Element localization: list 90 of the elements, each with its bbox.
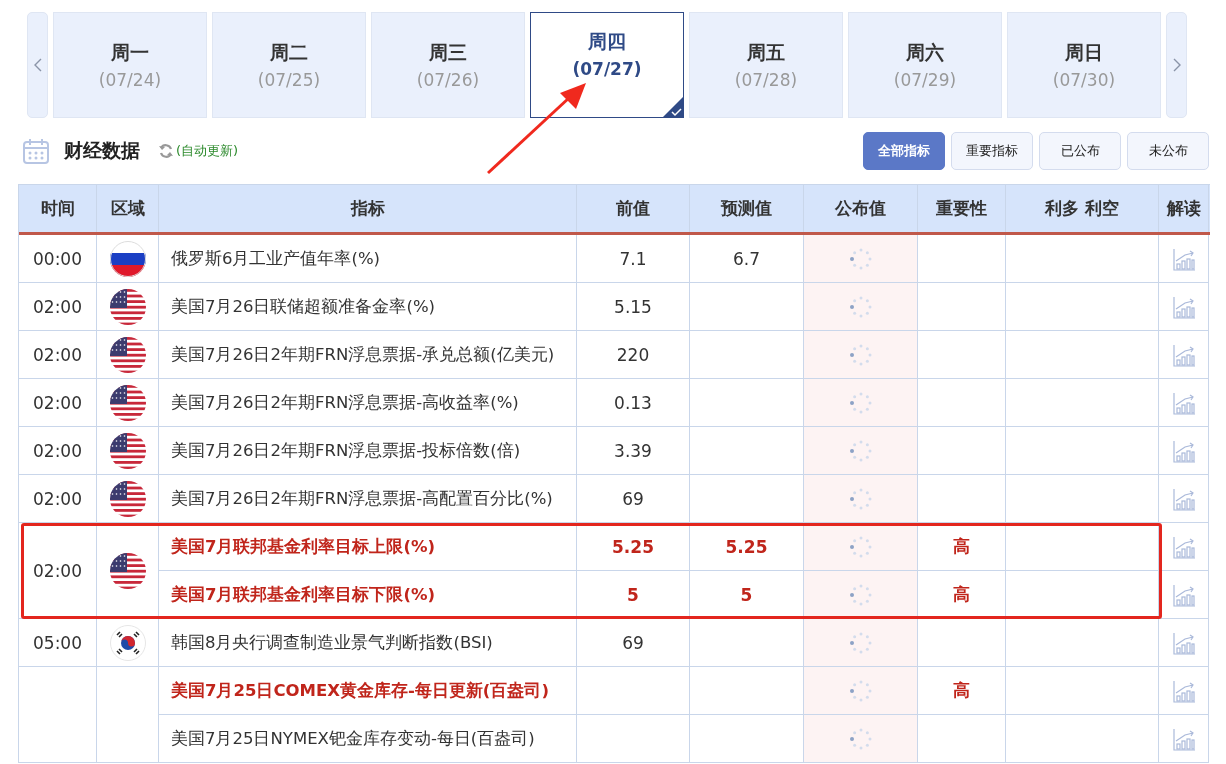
flag-icon <box>109 552 146 589</box>
loading-spinner-icon <box>848 534 873 559</box>
time-cell: 02:00 <box>19 523 97 619</box>
importance-cell: 高 <box>918 667 1006 715</box>
next-button[interactable] <box>1166 12 1187 118</box>
bar-chart-icon[interactable] <box>1171 726 1196 751</box>
flag-icon <box>109 384 146 421</box>
column-header: 公布值 <box>804 185 918 232</box>
previous-value-cell: 7.1 <box>577 235 690 283</box>
indicator-cell: 美国7月联邦基金利率目标上限(%) <box>159 523 577 571</box>
previous-value-cell: 69 <box>577 475 690 523</box>
day-tab[interactable]: 周二 (07/25) <box>212 12 366 118</box>
filter-button[interactable]: 重要指标 <box>951 132 1033 170</box>
bar-chart-icon[interactable] <box>1171 582 1196 607</box>
bar-chart-icon[interactable] <box>1171 534 1196 559</box>
flag-icon <box>109 432 146 469</box>
importance-cell: 高 <box>918 523 1006 571</box>
filter-button[interactable]: 已公布 <box>1039 132 1121 170</box>
loading-spinner-icon <box>848 342 873 367</box>
time-cell: 02:00 <box>19 475 97 523</box>
time-cell: 05:00 <box>19 619 97 667</box>
bar-chart-icon[interactable] <box>1171 342 1196 367</box>
column-header: 利多 利空 <box>1006 185 1159 232</box>
column-header: 预测值 <box>690 185 804 232</box>
loading-spinner-icon <box>848 726 873 751</box>
indicator-cell: 美国7月联邦基金利率目标下限(%) <box>159 571 577 619</box>
previous-value-cell: 5.25 <box>577 523 690 571</box>
previous-value-cell: 0.13 <box>577 379 690 427</box>
loading-spinner-icon <box>848 630 873 655</box>
loading-spinner-icon <box>848 294 873 319</box>
chevron-left-icon <box>33 58 42 72</box>
flag-icon <box>109 240 146 277</box>
bar-chart-icon[interactable] <box>1171 294 1196 319</box>
day-tab[interactable]: 周三 (07/26) <box>371 12 525 118</box>
importance-cell: 高 <box>918 571 1006 619</box>
refresh-icon[interactable] <box>158 143 174 159</box>
flag-icon <box>109 336 146 373</box>
section-title: 财经数据 <box>64 138 140 163</box>
bar-chart-icon[interactable] <box>1171 438 1196 463</box>
day-tab[interactable]: 周四 (07/27) <box>530 12 684 118</box>
filter-button[interactable]: 全部指标 <box>863 132 945 170</box>
loading-spinner-icon <box>848 678 873 703</box>
flag-icon <box>109 480 146 517</box>
selected-check-icon <box>663 97 683 117</box>
day-tab[interactable]: 周一 (07/24) <box>53 12 207 118</box>
day-tab[interactable]: 周日 (07/30) <box>1007 12 1161 118</box>
previous-value-cell: 69 <box>577 619 690 667</box>
bar-chart-icon[interactable] <box>1171 246 1196 271</box>
indicator-cell: 美国7月26日2年期FRN浮息票据-投标倍数(倍) <box>159 427 577 475</box>
column-header: 解读 <box>1159 185 1209 232</box>
loading-spinner-icon <box>848 438 873 463</box>
time-cell: 02:00 <box>19 283 97 331</box>
filter-button[interactable]: 未公布 <box>1127 132 1209 170</box>
flag-icon <box>109 624 146 661</box>
loading-spinner-icon <box>848 582 873 607</box>
indicator-cell: 美国7月26日2年期FRN浮息票据-承兑总额(亿美元) <box>159 331 577 379</box>
column-header: 时间 <box>19 185 97 232</box>
bar-chart-icon[interactable] <box>1171 630 1196 655</box>
loading-spinner-icon <box>848 486 873 511</box>
previous-value-cell: 3.39 <box>577 427 690 475</box>
time-cell: 02:00 <box>19 427 97 475</box>
indicator-cell: 美国7月26日2年期FRN浮息票据-高收益率(%) <box>159 379 577 427</box>
loading-spinner-icon <box>848 390 873 415</box>
calendar-icon <box>22 137 50 165</box>
column-header: 指标 <box>159 185 577 232</box>
time-cell: 02:00 <box>19 331 97 379</box>
indicator-cell: 美国7月25日NYMEX钯金库存变动-每日(百盎司) <box>159 715 577 763</box>
previous-value-cell: 5 <box>577 571 690 619</box>
chevron-right-icon <box>1172 58 1181 72</box>
flag-icon <box>109 288 146 325</box>
bar-chart-icon[interactable] <box>1171 486 1196 511</box>
indicator-cell: 韩国8月央行调查制造业景气判断指数(BSI) <box>159 619 577 667</box>
loading-spinner-icon <box>848 246 873 271</box>
previous-value-cell: 5.15 <box>577 283 690 331</box>
indicator-cell: 美国7月26日2年期FRN浮息票据-高配置百分比(%) <box>159 475 577 523</box>
indicator-cell: 美国7月26日联储超额准备金率(%) <box>159 283 577 331</box>
bar-chart-icon[interactable] <box>1171 678 1196 703</box>
previous-value-cell: 220 <box>577 331 690 379</box>
column-header: 前值 <box>577 185 690 232</box>
time-cell: 00:00 <box>19 235 97 283</box>
time-cell: 02:00 <box>19 379 97 427</box>
indicator-cell: 美国7月25日COMEX黄金库存-每日更新(百盎司) <box>159 667 577 715</box>
day-tab[interactable]: 周六 (07/29) <box>848 12 1002 118</box>
day-tab[interactable]: 周五 (07/28) <box>689 12 843 118</box>
column-header: 区域 <box>97 185 159 232</box>
bar-chart-icon[interactable] <box>1171 390 1196 415</box>
previous-button[interactable] <box>27 12 48 118</box>
indicator-cell: 俄罗斯6月工业产值年率(%) <box>159 235 577 283</box>
auto-update-label: (自动更新) <box>176 142 239 160</box>
column-header: 重要性 <box>918 185 1006 232</box>
